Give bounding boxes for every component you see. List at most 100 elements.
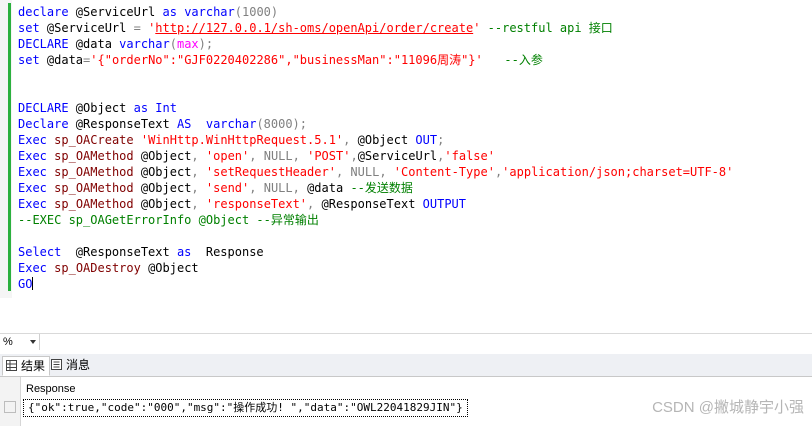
code-token: as — [176, 245, 192, 259]
code-token: @Object — [140, 261, 199, 275]
code-token: NULL — [350, 165, 380, 179]
code-token: 'open' — [205, 149, 250, 163]
code-token: Declare — [18, 117, 69, 131]
code-token: NULL — [263, 181, 293, 195]
code-token: --入参 — [482, 53, 543, 67]
row-header-column — [0, 377, 21, 426]
tab-messages[interactable]: 消息 — [48, 356, 94, 374]
code-token: @ServiceUrl — [68, 5, 163, 19]
code-token: Exec — [18, 149, 47, 163]
code-line[interactable]: --EXEC sp_OAGetErrorInfo @Object --异常输出 — [18, 212, 733, 228]
code-line[interactable]: Exec sp_OAMethod @Object, 'setRequestHea… — [18, 164, 733, 180]
sql-code[interactable]: declare @ServiceUrl as varchar(1000) set … — [18, 4, 733, 292]
code-line[interactable]: Select @ResponseText as Response — [18, 244, 733, 260]
code-line[interactable]: Exec sp_OAMethod @Object, 'send', NULL, … — [18, 180, 733, 196]
tab-results[interactable]: 结果 — [2, 356, 51, 376]
code-token: --EXEC sp_OAGetErrorInfo @Object --异常输出 — [18, 213, 319, 227]
code-line[interactable]: set @data='{"orderNo":"GJF0220402286","b… — [18, 52, 733, 68]
code-token: , — [379, 165, 387, 179]
editor-gutter — [0, 0, 12, 298]
code-token: OUTPUT — [422, 197, 467, 211]
code-token: @Object — [68, 101, 134, 115]
code-line[interactable]: DECLARE @data varchar(max); — [18, 36, 733, 52]
code-token: 'false' — [444, 149, 495, 163]
code-line[interactable]: set @ServiceUrl = 'http://127.0.0.1/sh-o… — [18, 20, 733, 36]
code-line[interactable] — [18, 84, 733, 100]
chevron-down-icon — [30, 340, 36, 344]
code-line[interactable]: declare @ServiceUrl as varchar(1000) — [18, 4, 733, 20]
code-token: , — [191, 149, 199, 163]
code-line[interactable] — [18, 228, 733, 244]
code-line[interactable]: Exec sp_OADestroy @Object — [18, 260, 733, 276]
code-token: @data — [39, 53, 84, 67]
code-token: @data — [68, 37, 120, 51]
row-selector-icon[interactable] — [4, 401, 16, 413]
grid-icon — [6, 360, 17, 371]
code-token: , — [191, 181, 199, 195]
code-token: sp_OACreate — [54, 133, 134, 147]
code-token: DECLARE — [18, 101, 69, 115]
code-token: sp_OADestroy — [54, 261, 141, 275]
code-token: sp_OAMethod — [54, 149, 134, 163]
code-token: 'Content-Type' — [393, 165, 495, 179]
code-token: ( — [169, 37, 177, 51]
query-editor[interactable]: declare @ServiceUrl as varchar(1000) set … — [0, 0, 812, 298]
code-token: , — [292, 149, 300, 163]
code-token: '{"orderNo":"GJF0220402286","businessMan… — [90, 53, 483, 67]
code-token: 'responseText' — [205, 197, 308, 211]
code-token: 'application/json;charset=UTF-8' — [502, 165, 734, 179]
code-token: as — [133, 101, 149, 115]
code-line[interactable]: GO — [18, 276, 733, 292]
code-line[interactable]: Declare @ResponseText AS varchar(8000); — [18, 116, 733, 132]
code-line[interactable]: DECLARE @Object as Int — [18, 100, 733, 116]
watermark: CSDN @撇城静宇小强 — [652, 399, 804, 416]
code-line[interactable]: Exec sp_OAMethod @Object, 'responseText'… — [18, 196, 733, 212]
code-token: @Object — [133, 149, 192, 163]
code-line[interactable]: Exec sp_OACreate 'WinHttp.WinHttpRequest… — [18, 132, 733, 148]
code-token: @data — [299, 181, 351, 195]
code-token: Select — [18, 245, 62, 259]
code-token: GO — [18, 277, 33, 291]
tab-results-label: 结果 — [21, 359, 46, 373]
column-header-response[interactable]: Response — [21, 381, 446, 397]
zoom-dropdown[interactable]: % — [0, 334, 40, 350]
code-token: Int — [155, 101, 177, 115]
code-token: max — [176, 37, 199, 51]
code-token: 'WinHttp.WinHttpRequest.5.1' — [140, 133, 344, 147]
code-token: Exec — [18, 181, 47, 195]
zoom-bar: % — [0, 333, 812, 351]
code-token: @Object — [350, 133, 416, 147]
code-token: 'POST' — [307, 149, 351, 163]
code-token: Exec — [18, 197, 47, 211]
code-token: @ResponseText — [314, 197, 423, 211]
results-tabs: 结果 消息 — [0, 354, 812, 377]
code-token: = — [133, 21, 141, 35]
code-token: declare — [18, 5, 69, 19]
code-token: @Object — [133, 181, 192, 195]
code-token: set — [18, 21, 40, 35]
tab-messages-label: 消息 — [66, 358, 91, 372]
code-token: , — [191, 197, 199, 211]
code-token: @ResponseText — [61, 245, 177, 259]
code-token: @ServiceUrl — [357, 149, 438, 163]
code-line[interactable]: Exec sp_OAMethod @Object, 'open', NULL, … — [18, 148, 733, 164]
code-token: @ServiceUrl — [39, 21, 134, 35]
code-token: OUT — [415, 133, 438, 147]
code-token: ' — [140, 21, 156, 35]
code-token: sp_OAMethod — [54, 197, 134, 211]
code-token: , — [292, 181, 300, 195]
result-cell[interactable]: {"ok":true,"code":"000","msg":"操作成功! ","… — [23, 399, 468, 417]
code-token: (1000) — [234, 5, 279, 19]
text-cursor — [32, 277, 34, 290]
code-line[interactable] — [18, 68, 733, 84]
code-token: Exec — [18, 261, 47, 275]
code-token: NULL — [263, 149, 293, 163]
